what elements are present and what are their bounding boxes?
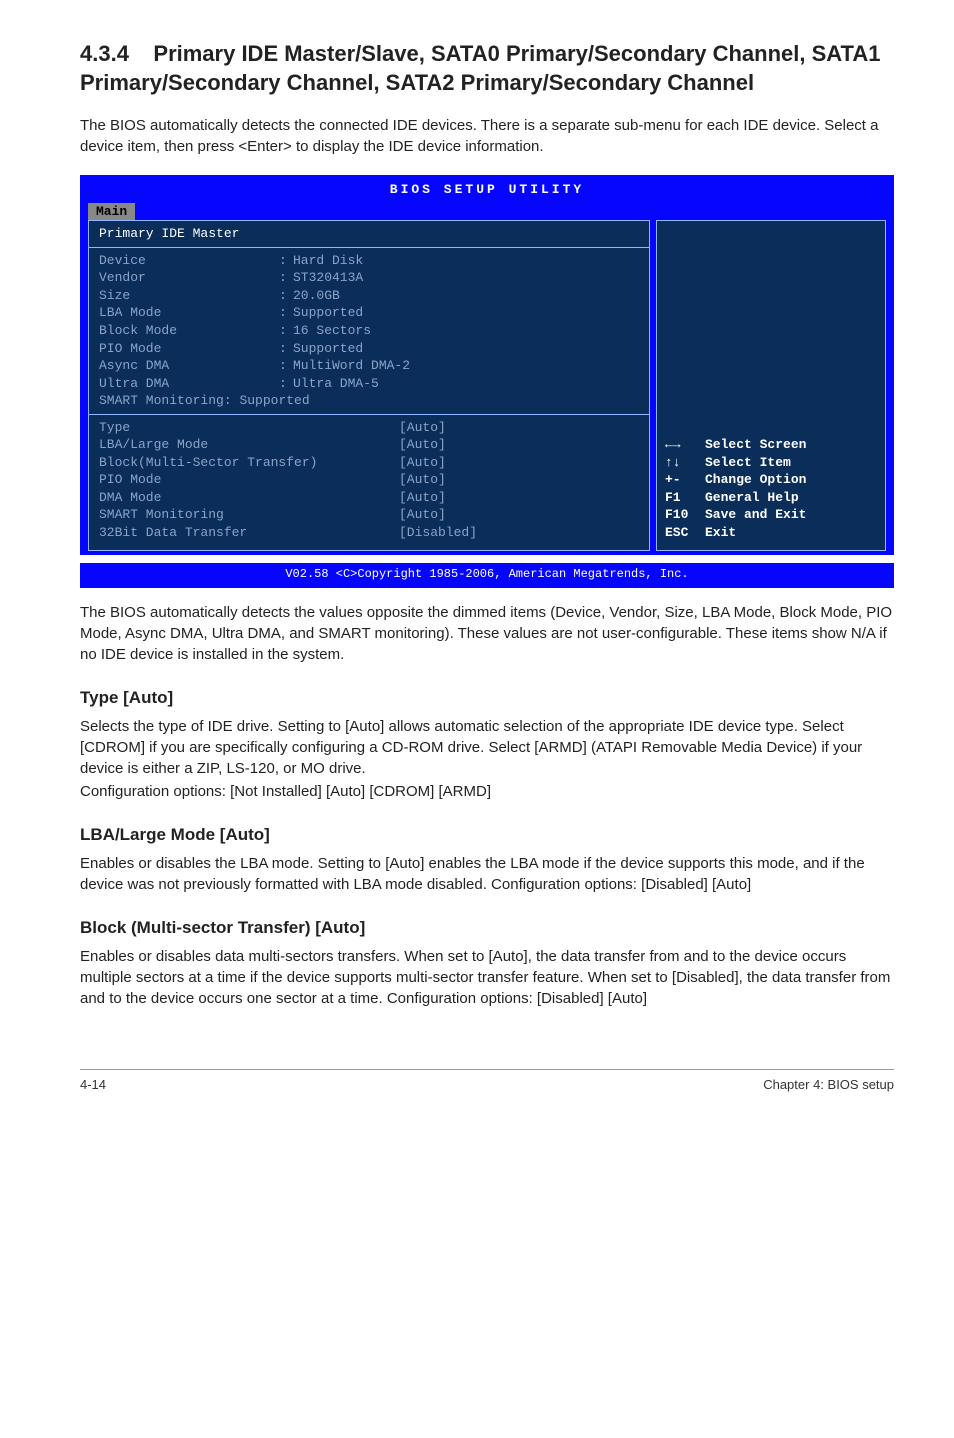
info-row: Block Mode:16 Sectors	[99, 322, 639, 340]
intro-paragraph: The BIOS automatically detects the conne…	[80, 115, 894, 157]
bios-panels: Primary IDE Master Device:Hard Disk Vend…	[84, 220, 890, 554]
help-row: +-Change Option	[665, 471, 877, 489]
section-number: 4.3.4	[80, 41, 129, 66]
block-paragraph: Enables or disables data multi-sectors t…	[80, 946, 894, 1009]
info-row: PIO Mode:Supported	[99, 340, 639, 358]
bios-copyright: V02.58 <C>Copyright 1985-2006, American …	[80, 563, 894, 588]
menu-tab-main[interactable]: Main	[88, 203, 135, 221]
help-block: ←→Select Screen ↑↓Select Item +-Change O…	[665, 436, 877, 541]
setting-row[interactable]: SMART Monitoring[Auto]	[99, 506, 639, 524]
chapter-label: Chapter 4: BIOS setup	[763, 1076, 894, 1094]
help-row: F10Save and Exit	[665, 506, 877, 524]
lba-paragraph: Enables or disables the LBA mode. Settin…	[80, 853, 894, 895]
block-heading: Block (Multi-sector Transfer) [Auto]	[80, 917, 894, 940]
page-number: 4-14	[80, 1076, 106, 1094]
setting-row[interactable]: DMA Mode[Auto]	[99, 489, 639, 507]
bios-title: BIOS SETUP UTILITY	[84, 179, 890, 203]
help-row: F1General Help	[665, 489, 877, 507]
setting-row[interactable]: 32Bit Data Transfer[Disabled]	[99, 524, 639, 542]
bios-right-panel: ←→Select Screen ↑↓Select Item +-Change O…	[656, 220, 886, 550]
type-heading: Type [Auto]	[80, 687, 894, 710]
help-row: ←→Select Screen	[665, 436, 877, 454]
info-row: SMART Monitoring: Supported	[99, 392, 639, 410]
help-row: ESCExit	[665, 524, 877, 542]
device-info-block: Device:Hard Disk Vendor:ST320413A Size:2…	[89, 248, 649, 415]
section-heading: 4.3.4 Primary IDE Master/Slave, SATA0 Pr…	[80, 40, 894, 97]
setting-row[interactable]: LBA/Large Mode[Auto]	[99, 436, 639, 454]
settings-block: Type[Auto] LBA/Large Mode[Auto] Block(Mu…	[89, 415, 649, 550]
type-options: Configuration options: [Not Installed] […	[80, 781, 894, 802]
info-row: Size:20.0GB	[99, 287, 639, 305]
page-footer: 4-14 Chapter 4: BIOS setup	[80, 1069, 894, 1094]
info-row: Ultra DMA:Ultra DMA-5	[99, 375, 639, 393]
info-value: Hard Disk	[293, 252, 639, 270]
info-row: Vendor:ST320413A	[99, 269, 639, 287]
bios-window: BIOS SETUP UTILITY Main Primary IDE Mast…	[80, 175, 894, 554]
bios-menu-bar: Main	[84, 203, 890, 221]
info-row: Async DMA:MultiWord DMA-2	[99, 357, 639, 375]
section-title-text: Primary IDE Master/Slave, SATA0 Primary/…	[80, 41, 880, 95]
bios-panel-header: Primary IDE Master	[89, 221, 649, 248]
setting-row[interactable]: Block(Multi-Sector Transfer)[Auto]	[99, 454, 639, 472]
lba-heading: LBA/Large Mode [Auto]	[80, 824, 894, 847]
info-row: LBA Mode:Supported	[99, 304, 639, 322]
type-paragraph: Selects the type of IDE drive. Setting t…	[80, 716, 894, 779]
help-row: ↑↓Select Item	[665, 454, 877, 472]
setting-row[interactable]: Type[Auto]	[99, 419, 639, 437]
bios-left-panel: Primary IDE Master Device:Hard Disk Vend…	[88, 220, 650, 550]
setting-row[interactable]: PIO Mode[Auto]	[99, 471, 639, 489]
info-row: Device:Hard Disk	[99, 252, 639, 270]
post-bios-paragraph: The BIOS automatically detects the value…	[80, 602, 894, 665]
info-label: Device	[99, 252, 279, 270]
